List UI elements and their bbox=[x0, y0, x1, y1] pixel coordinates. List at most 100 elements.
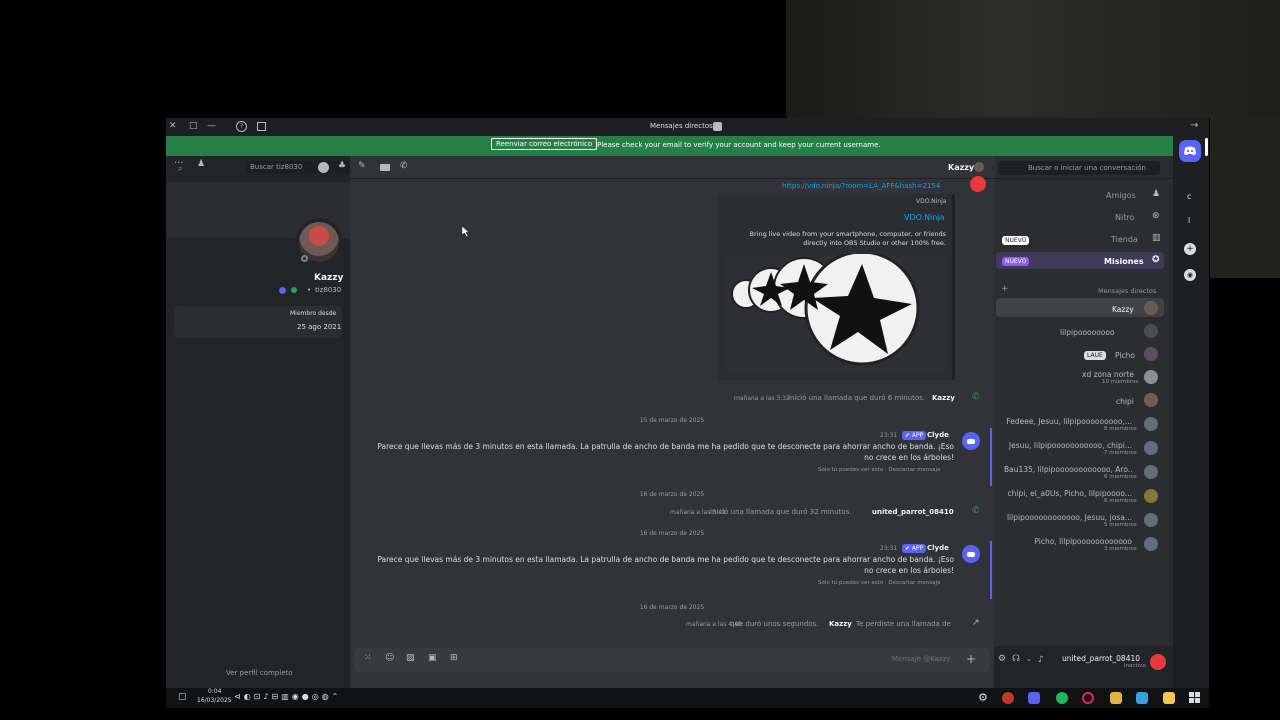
message-composer: + Mensaje @Kazzy ⁙ ☺ ▧ ▣ ⊞ bbox=[354, 648, 990, 672]
dm-members: 6 miembros bbox=[1104, 474, 1137, 480]
server-l-icon[interactable]: l bbox=[1188, 216, 1190, 225]
microphone-icon[interactable]: ♪ bbox=[1038, 655, 1044, 665]
message-input[interactable]: Mensaje @Kazzy bbox=[892, 655, 950, 663]
sticker-icon[interactable]: ▧ bbox=[406, 653, 415, 663]
avatar bbox=[1144, 393, 1158, 407]
dm-item[interactable]: lilpipoooooooo bbox=[1060, 328, 1115, 337]
dm-item[interactable]: xd zona norte bbox=[1082, 370, 1134, 379]
member-since-label: Miembro desde bbox=[290, 310, 337, 317]
minimize-button[interactable]: — bbox=[207, 121, 216, 131]
close-button[interactable]: ✕ bbox=[169, 121, 177, 131]
member-since-card: Miembro desde 25 ago 2021 bbox=[174, 306, 342, 338]
server-c-icon[interactable]: c bbox=[1187, 192, 1191, 201]
add-friend-icon[interactable]: ♟ bbox=[197, 159, 205, 169]
dm-item[interactable]: Bau135, lilpipoooooooooooo, Aro... bbox=[1004, 465, 1132, 474]
header-search-icon[interactable]: ⌕ bbox=[178, 164, 182, 174]
gif-icon[interactable]: ▣ bbox=[428, 653, 437, 663]
date-divider: 15 de marzo de 2025 bbox=[639, 417, 705, 424]
store-app-icon[interactable] bbox=[1163, 692, 1175, 704]
resend-email-button[interactable]: Reenviar correo electrónico bbox=[491, 138, 598, 150]
back-arrow-icon[interactable]: → bbox=[1190, 120, 1198, 131]
friends-icon: ♟ bbox=[1152, 189, 1161, 199]
dm-members: 6 miembros bbox=[1104, 498, 1137, 504]
settings-gear-icon[interactable]: ⚙ bbox=[998, 654, 1006, 664]
dm-item[interactable]: chipi, el_a0Us, Picho, lilpipoooo... bbox=[1004, 489, 1132, 498]
notifications-icon[interactable]: ▢ bbox=[178, 692, 187, 702]
call-author[interactable]: Kazzy bbox=[932, 394, 955, 402]
missed-author[interactable]: Kazzy bbox=[829, 620, 852, 628]
user-profile-toggle-icon[interactable] bbox=[318, 162, 329, 173]
date-divider: 16 de marzo de 2025 bbox=[639, 530, 705, 537]
message-author[interactable]: Clyde bbox=[927, 431, 949, 439]
profile-name: Kazzy bbox=[314, 273, 344, 283]
add-friends-dm-icon[interactable]: ♣ bbox=[338, 161, 346, 171]
status-dot bbox=[301, 255, 308, 262]
dm-members: 10 miembros bbox=[1102, 379, 1139, 385]
spotify-app-icon[interactable] bbox=[1056, 692, 1068, 704]
nitro-icon: ⊛ bbox=[1152, 211, 1160, 221]
embed-image[interactable] bbox=[726, 250, 946, 374]
pinned-icon[interactable]: ✎ bbox=[358, 161, 366, 171]
call-author[interactable]: united_parrot_08410 bbox=[872, 508, 954, 516]
message-author[interactable]: Clyde bbox=[927, 544, 949, 552]
message-time: 23:31 bbox=[880, 432, 898, 439]
headphones-icon[interactable]: ☊ bbox=[1012, 654, 1020, 664]
dm-item[interactable]: Jesuu, lilpipooooooooooo, chipi... bbox=[1004, 441, 1132, 450]
dm-item[interactable]: Picho, lilpipoooooooooooo bbox=[1004, 537, 1132, 546]
taskbar-date[interactable]: 16/03/2025 bbox=[197, 697, 232, 704]
apps-icon[interactable]: ⁙ bbox=[364, 653, 372, 663]
view-full-profile-link[interactable]: Ver perfil completo bbox=[226, 669, 293, 677]
avatar[interactable] bbox=[1150, 654, 1166, 670]
explore-icon[interactable]: ◉ bbox=[1184, 269, 1196, 281]
ephemeral-note[interactable]: Solo tú puedes ver esto · Descartar mens… bbox=[818, 580, 940, 586]
maximize-button[interactable]: □ bbox=[189, 121, 198, 131]
help-icon[interactable]: ? bbox=[236, 121, 247, 132]
discord-app-icon[interactable] bbox=[1028, 692, 1040, 704]
attach-plus-icon[interactable]: + bbox=[966, 652, 976, 666]
taskbar-time[interactable]: 0:04 bbox=[208, 688, 221, 695]
find-conversation-box[interactable]: Buscar o iniciar una conversación bbox=[998, 161, 1160, 175]
missed-text-after: que duró unos segundos. bbox=[730, 620, 819, 628]
sidebar-item-nitro[interactable]: Nitro bbox=[1115, 213, 1134, 222]
gift-icon[interactable]: ⊞ bbox=[450, 653, 458, 663]
dm-item[interactable]: Kazzy bbox=[1112, 305, 1134, 314]
add-server-icon[interactable]: + bbox=[1184, 243, 1196, 255]
file-explorer-icon[interactable] bbox=[1110, 692, 1122, 704]
embed-site: VDO.Ninja bbox=[916, 198, 947, 205]
browser-app-icon[interactable] bbox=[1002, 692, 1014, 704]
embed-title[interactable]: VDO.Ninja bbox=[904, 213, 945, 222]
emoji-icon[interactable]: ☺ bbox=[385, 653, 394, 663]
vdo-ninja-link[interactable]: https://vdo.ninja/?room=LA_AFF&hash=2154 bbox=[782, 182, 940, 190]
dm-item[interactable]: Fedeee, Jesuu, lilpipooooooooo,... bbox=[1004, 417, 1132, 426]
inbox-icon[interactable] bbox=[257, 122, 266, 131]
video-call-icon[interactable] bbox=[380, 164, 390, 171]
dm-item[interactable]: lilpipoooooooooooo, Jesuu, josa... bbox=[1004, 513, 1132, 522]
new-dm-button[interactable]: + bbox=[1001, 284, 1009, 294]
header-search-input[interactable]: Buscar tiz8030 bbox=[250, 163, 302, 171]
discord-home-icon[interactable] bbox=[1179, 140, 1201, 162]
dm-item[interactable]: Picho bbox=[1115, 351, 1135, 360]
quests-new-badge: NUEVO bbox=[1002, 257, 1030, 266]
system-tray-icons[interactable]: ⊲◐⊡♪⊟▥◉●◎◍⌃ bbox=[234, 692, 341, 701]
header-search-box[interactable]: Buscar tiz8030 bbox=[246, 161, 350, 174]
sidebar-item-quests[interactable]: Misiones bbox=[1104, 257, 1144, 266]
avatar bbox=[1144, 301, 1158, 315]
dm-header: Mensajes directos bbox=[1098, 287, 1157, 295]
settings-app-icon[interactable]: ⚙ bbox=[978, 691, 988, 704]
quests-icon: ✪ bbox=[1152, 255, 1160, 265]
find-conversation-input[interactable]: Buscar o iniciar una conversación bbox=[1028, 164, 1146, 172]
voice-call-icon[interactable]: ✆ bbox=[400, 161, 408, 171]
dm-item[interactable]: chipi bbox=[1116, 397, 1134, 406]
sidebar-item-friends[interactable]: Amigos bbox=[1106, 191, 1136, 200]
clyde-avatar bbox=[962, 545, 980, 563]
chevron-down-icon[interactable]: ⌄ bbox=[1026, 655, 1032, 663]
dm-sidebar: Buscar o iniciar una conversación ♟ Amig… bbox=[994, 156, 1173, 688]
sidebar-item-shop[interactable]: Tienda bbox=[1111, 235, 1138, 244]
user-panel-name: united_parrot_08410 bbox=[1062, 654, 1141, 663]
start-windows-icon[interactable] bbox=[1189, 692, 1201, 704]
edge-app-icon[interactable] bbox=[1136, 692, 1148, 704]
hypesquad-badge-icon bbox=[279, 287, 286, 294]
opera-app-icon[interactable] bbox=[1082, 692, 1094, 704]
ephemeral-note[interactable]: Solo tú puedes ver esto · Descartar mens… bbox=[818, 467, 940, 473]
dm-row-selected-bg bbox=[996, 298, 1164, 317]
